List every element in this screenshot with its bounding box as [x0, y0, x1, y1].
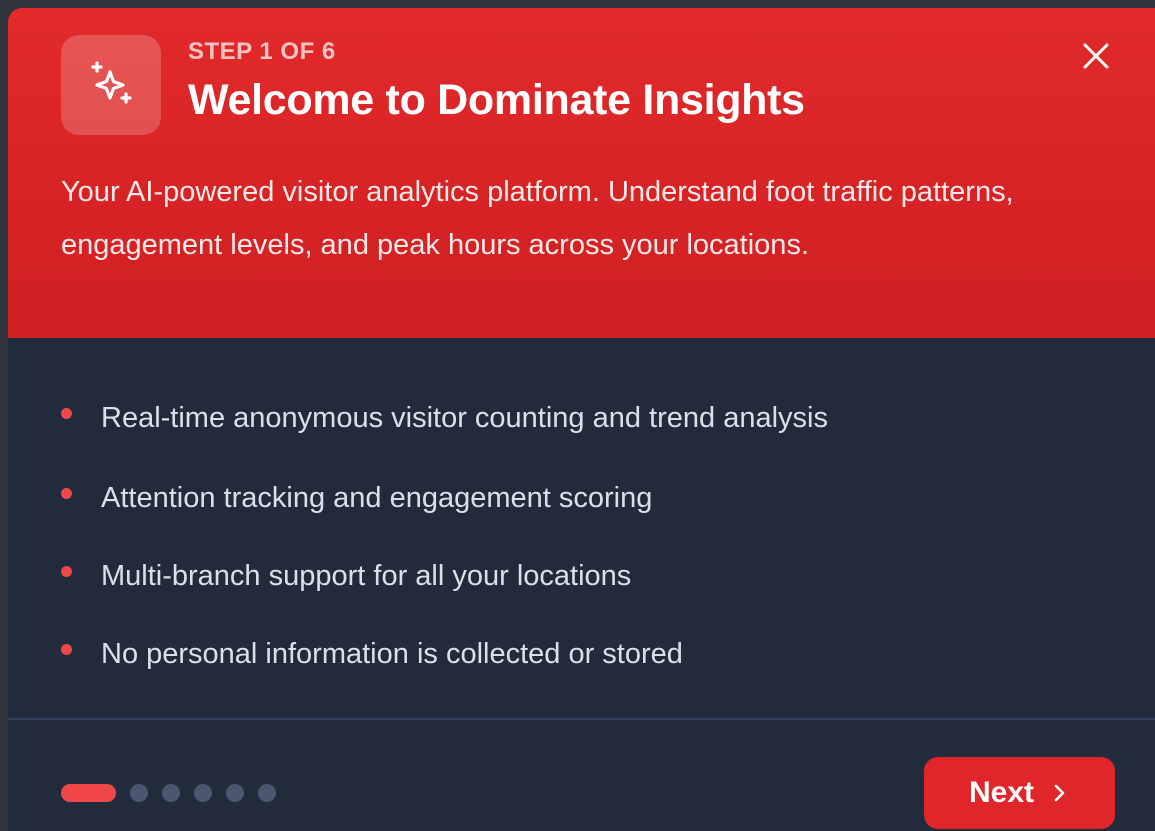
pager-dot[interactable] — [162, 784, 180, 802]
feature-text: Attention tracking and engagement scorin… — [101, 481, 653, 514]
header-icon-tile — [61, 35, 161, 135]
bullet-dot — [61, 407, 72, 419]
dialog-description: Your AI-powered visitor analytics platfo… — [61, 176, 1014, 261]
feature-text: No personal information is collected or … — [101, 637, 683, 670]
step-pager — [61, 783, 290, 803]
bullet-dot — [61, 565, 72, 577]
bullet-dot — [61, 643, 72, 655]
feature-text: Multi-branch support for all your locati… — [101, 559, 632, 592]
dialog-title: Welcome to Dominate Insights — [188, 76, 805, 124]
feature-item: Attention tracking and engagement scorin… — [61, 478, 652, 518]
pager-dot[interactable] — [130, 784, 148, 802]
feature-item: Multi-branch support for all your locati… — [61, 556, 631, 596]
bullet-dot — [61, 487, 72, 499]
next-button-label: Next — [968, 776, 1035, 809]
feature-list: Real-time anonymous visitor counting and… — [8, 338, 1155, 718]
dialog-header: STEP 1 OF 6 Welcome to Dominate Insights… — [8, 8, 1155, 338]
chevron-right-icon — [1054, 784, 1065, 802]
onboarding-dialog: STEP 1 OF 6 Welcome to Dominate Insights… — [8, 8, 1155, 831]
next-button[interactable]: Next — [924, 757, 1115, 829]
feature-text: Real-time anonymous visitor counting and… — [101, 401, 828, 434]
pager-dot[interactable] — [194, 784, 212, 802]
window-frame: STEP 1 OF 6 Welcome to Dominate Insights… — [0, 0, 1155, 831]
sparkles-icon — [91, 61, 132, 104]
step-indicator: STEP 1 OF 6 — [188, 38, 336, 65]
feature-item: No personal information is collected or … — [61, 634, 683, 674]
close-button[interactable] — [1078, 38, 1114, 74]
footer-divider — [8, 718, 1155, 720]
pager-dot-active[interactable] — [61, 784, 116, 802]
close-icon — [1083, 43, 1109, 69]
pager-dot[interactable] — [226, 784, 244, 802]
feature-item: Real-time anonymous visitor counting and… — [61, 398, 828, 438]
pager-dot[interactable] — [258, 784, 276, 802]
